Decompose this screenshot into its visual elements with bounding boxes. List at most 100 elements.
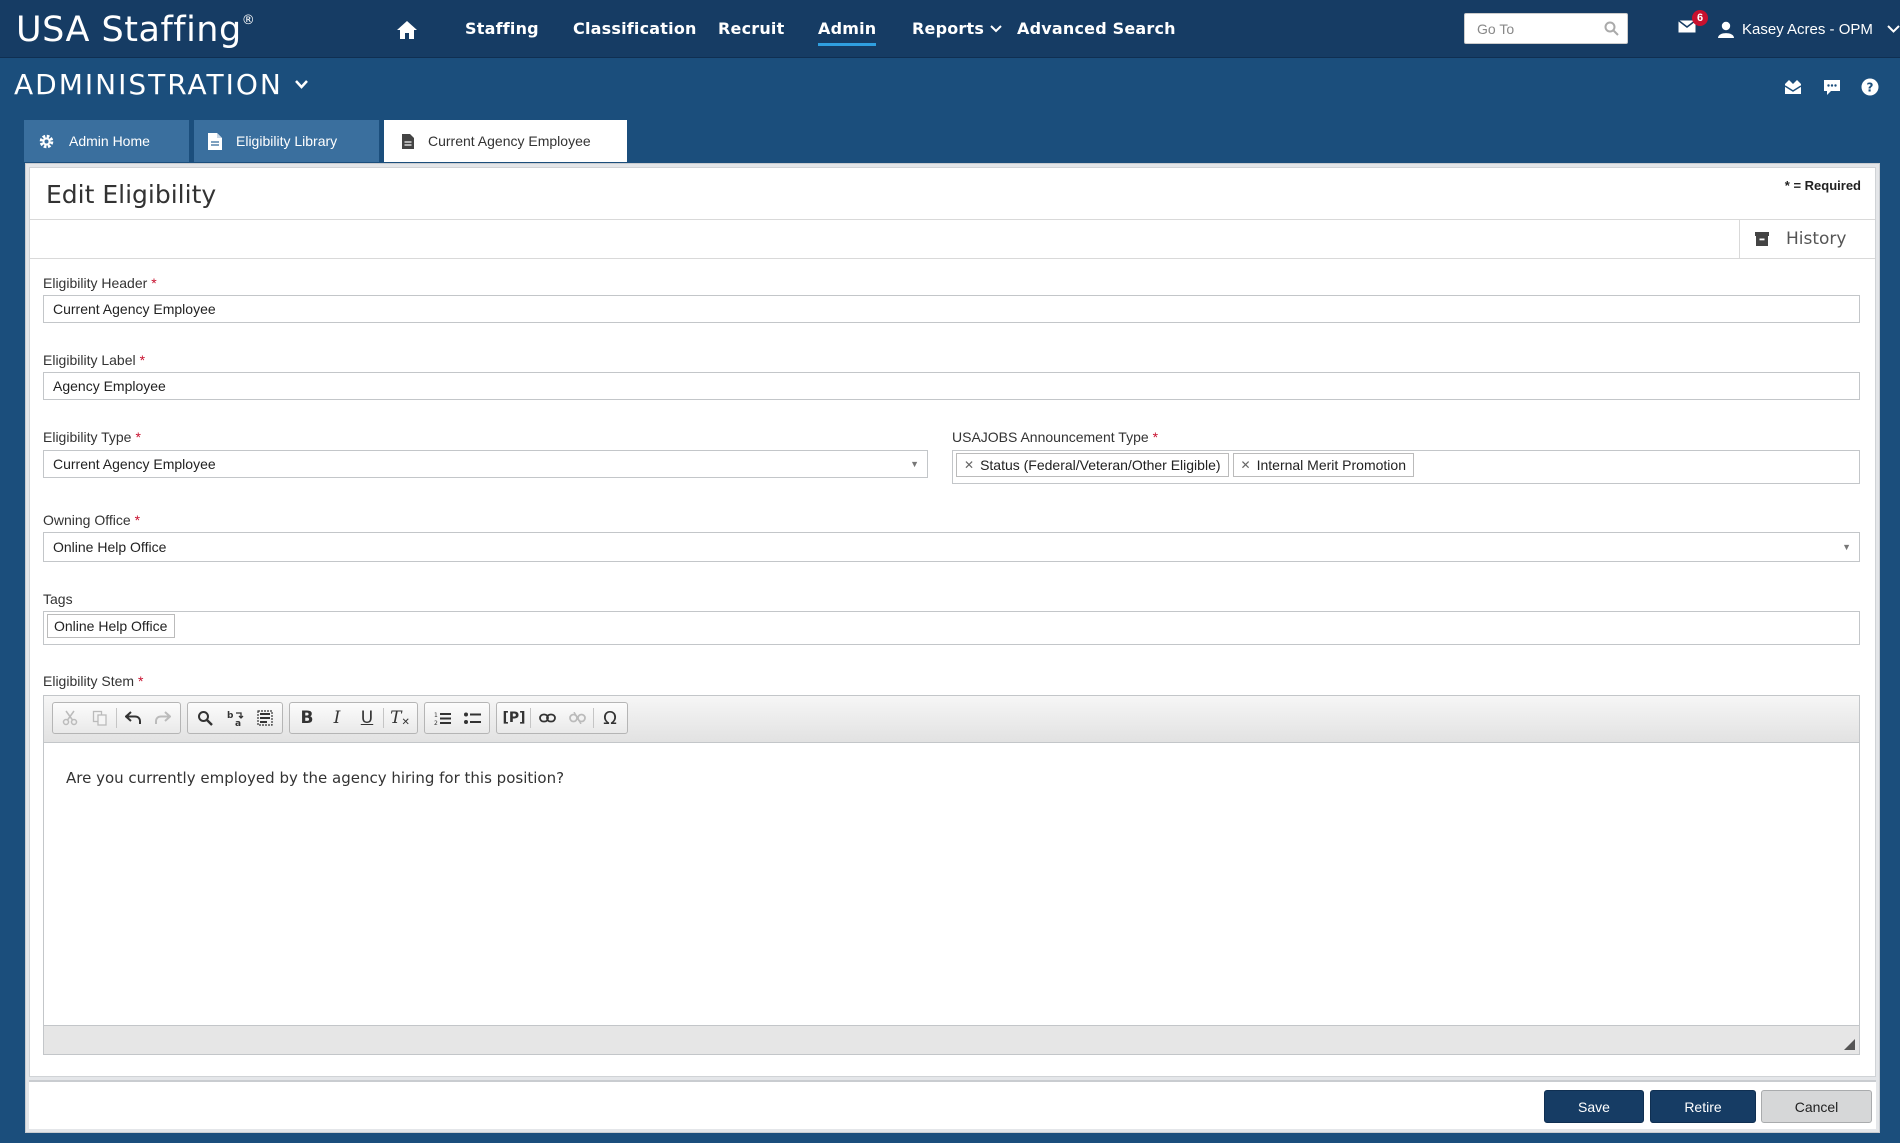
eligibility-header-input[interactable]: Current Agency Employee bbox=[43, 295, 1860, 323]
replace-icon[interactable]: ba bbox=[220, 704, 250, 732]
document-icon bbox=[208, 132, 222, 150]
find-icon[interactable] bbox=[190, 704, 220, 732]
nav-recruit[interactable]: Recruit bbox=[718, 19, 784, 38]
undo-icon[interactable] bbox=[118, 704, 148, 732]
chip-label: Status (Federal/Veteran/Other Eligible) bbox=[980, 457, 1221, 473]
toolbar-separator bbox=[593, 708, 594, 728]
chevron-down-icon bbox=[294, 80, 308, 89]
toolbar-separator bbox=[530, 708, 531, 728]
action-bar: Save Retire Cancel bbox=[29, 1080, 1876, 1129]
label-text: Eligibility Stem bbox=[43, 673, 135, 689]
tab-label: Admin Home bbox=[69, 133, 150, 149]
section-title[interactable]: ADMINISTRATION bbox=[14, 68, 308, 101]
announcement-type-multiselect[interactable]: ✕ Status (Federal/Veteran/Other Eligible)… bbox=[952, 450, 1860, 484]
eligibility-type-select[interactable]: Current Agency Employee ▼ bbox=[43, 450, 928, 478]
numbered-list-icon[interactable]: 12 bbox=[427, 704, 457, 732]
label-text: Eligibility Type bbox=[43, 429, 132, 445]
user-name: Kasey Acres - OPM bbox=[1742, 20, 1873, 38]
chip-label: Internal Merit Promotion bbox=[1256, 457, 1406, 473]
required-marker: * bbox=[135, 429, 141, 445]
editor-toolbar: ba B I U T ✕ 12 [P] Ω bbox=[44, 696, 1859, 743]
chevron-down-icon bbox=[1887, 25, 1900, 33]
tag-chip: Online Help Office bbox=[47, 614, 176, 638]
svg-text:2: 2 bbox=[434, 720, 438, 726]
special-character-button[interactable]: Ω bbox=[595, 704, 625, 732]
user-menu[interactable]: Kasey Acres - OPM bbox=[1718, 17, 1900, 41]
message-count-badge: 6 bbox=[1692, 10, 1708, 26]
svg-text:1: 1 bbox=[434, 712, 438, 719]
italic-button[interactable]: I bbox=[322, 704, 352, 732]
paragraph-button[interactable]: [P] bbox=[499, 704, 529, 732]
tab-eligibility-library[interactable]: Eligibility Library bbox=[194, 120, 379, 162]
goto-input[interactable] bbox=[1465, 14, 1595, 43]
label-text: Eligibility Header bbox=[43, 275, 148, 291]
required-marker: * bbox=[1152, 429, 1159, 445]
save-button[interactable]: Save bbox=[1544, 1090, 1644, 1123]
toolbar-separator bbox=[116, 708, 117, 728]
tab-label: Eligibility Library bbox=[236, 133, 338, 149]
bulleted-list-icon[interactable] bbox=[457, 704, 487, 732]
label-text: Tags bbox=[43, 591, 73, 607]
inbox-icon[interactable] bbox=[1784, 78, 1802, 96]
messages-button[interactable]: 6 bbox=[1678, 10, 1708, 40]
resize-handle-icon[interactable] bbox=[1844, 1039, 1855, 1050]
bold-button[interactable]: B bbox=[292, 704, 322, 732]
comment-icon[interactable] bbox=[1823, 78, 1841, 96]
owning-office-select[interactable]: Online Help Office ▼ bbox=[43, 532, 1860, 562]
underline-button[interactable]: U bbox=[352, 704, 382, 732]
tab-current-agency-employee[interactable]: Current Agency Employee bbox=[384, 120, 627, 162]
remove-format-button[interactable]: T ✕ bbox=[385, 704, 415, 732]
cut-icon[interactable] bbox=[55, 704, 85, 732]
app-logo[interactable]: USA Staffing® bbox=[16, 10, 255, 50]
tags-input[interactable]: Online Help Office bbox=[43, 611, 1860, 645]
nav-reports[interactable]: Reports bbox=[912, 19, 1002, 38]
search-icon[interactable] bbox=[1604, 21, 1619, 36]
history-button[interactable]: History bbox=[1739, 220, 1875, 258]
nav-advanced-search[interactable]: Advanced Search bbox=[1017, 19, 1176, 38]
chevron-down-icon bbox=[990, 24, 1002, 32]
home-icon[interactable] bbox=[396, 20, 418, 40]
select-all-icon[interactable] bbox=[250, 704, 280, 732]
eligibility-label-input[interactable]: Agency Employee bbox=[43, 372, 1860, 400]
announcement-chip: ✕ Internal Merit Promotion bbox=[1232, 453, 1414, 477]
announcement-type-label: USAJOBS Announcement Type * bbox=[952, 429, 1158, 445]
unlink-icon[interactable] bbox=[562, 704, 592, 732]
label-text: Eligibility Label bbox=[43, 352, 136, 368]
toolbar-group-find: ba bbox=[187, 702, 283, 734]
goto-search bbox=[1464, 13, 1628, 44]
retire-button[interactable]: Retire bbox=[1650, 1090, 1756, 1123]
help-icon[interactable]: ? bbox=[1861, 78, 1879, 96]
tab-label: Current Agency Employee bbox=[428, 133, 591, 149]
page-title: Edit Eligibility bbox=[46, 180, 217, 209]
user-icon bbox=[1718, 21, 1734, 38]
redo-icon[interactable] bbox=[148, 704, 178, 732]
document-icon bbox=[402, 133, 414, 149]
svg-text:b: b bbox=[227, 711, 234, 721]
toolbar-group-format: B I U T ✕ bbox=[289, 702, 418, 734]
required-marker: * bbox=[151, 275, 157, 291]
archive-icon bbox=[1755, 232, 1769, 246]
chip-label: Online Help Office bbox=[54, 618, 168, 634]
tags-label: Tags bbox=[43, 591, 73, 607]
announcement-chip: ✕ Status (Federal/Veteran/Other Eligible) bbox=[956, 453, 1229, 477]
tab-admin-home[interactable]: Admin Home bbox=[24, 120, 189, 162]
required-marker: * bbox=[139, 352, 146, 368]
remove-icon[interactable]: ✕ bbox=[964, 458, 974, 472]
nav-staffing[interactable]: Staffing bbox=[465, 19, 539, 38]
owning-office-value: Online Help Office bbox=[53, 539, 167, 555]
copy-icon[interactable] bbox=[85, 704, 115, 732]
caret-down-icon: ▼ bbox=[1842, 542, 1851, 552]
toolbar-group-lists: 12 bbox=[424, 702, 490, 734]
remove-icon[interactable]: ✕ bbox=[1241, 458, 1251, 472]
cancel-button[interactable]: Cancel bbox=[1761, 1090, 1872, 1123]
link-icon[interactable] bbox=[532, 704, 562, 732]
nav-reports-label: Reports bbox=[912, 19, 985, 38]
caret-down-icon: ▼ bbox=[910, 459, 919, 469]
editor-content[interactable]: Are you currently employed by the agency… bbox=[44, 743, 1859, 1025]
nav-classification[interactable]: Classification bbox=[573, 19, 697, 38]
eligibility-header-label: Eligibility Header * bbox=[43, 275, 157, 291]
required-marker: * bbox=[134, 512, 141, 528]
editor-statusbar bbox=[44, 1025, 1859, 1054]
main-panel: Edit Eligibility * = Required History El… bbox=[25, 163, 1880, 1133]
nav-admin[interactable]: Admin bbox=[818, 19, 877, 46]
